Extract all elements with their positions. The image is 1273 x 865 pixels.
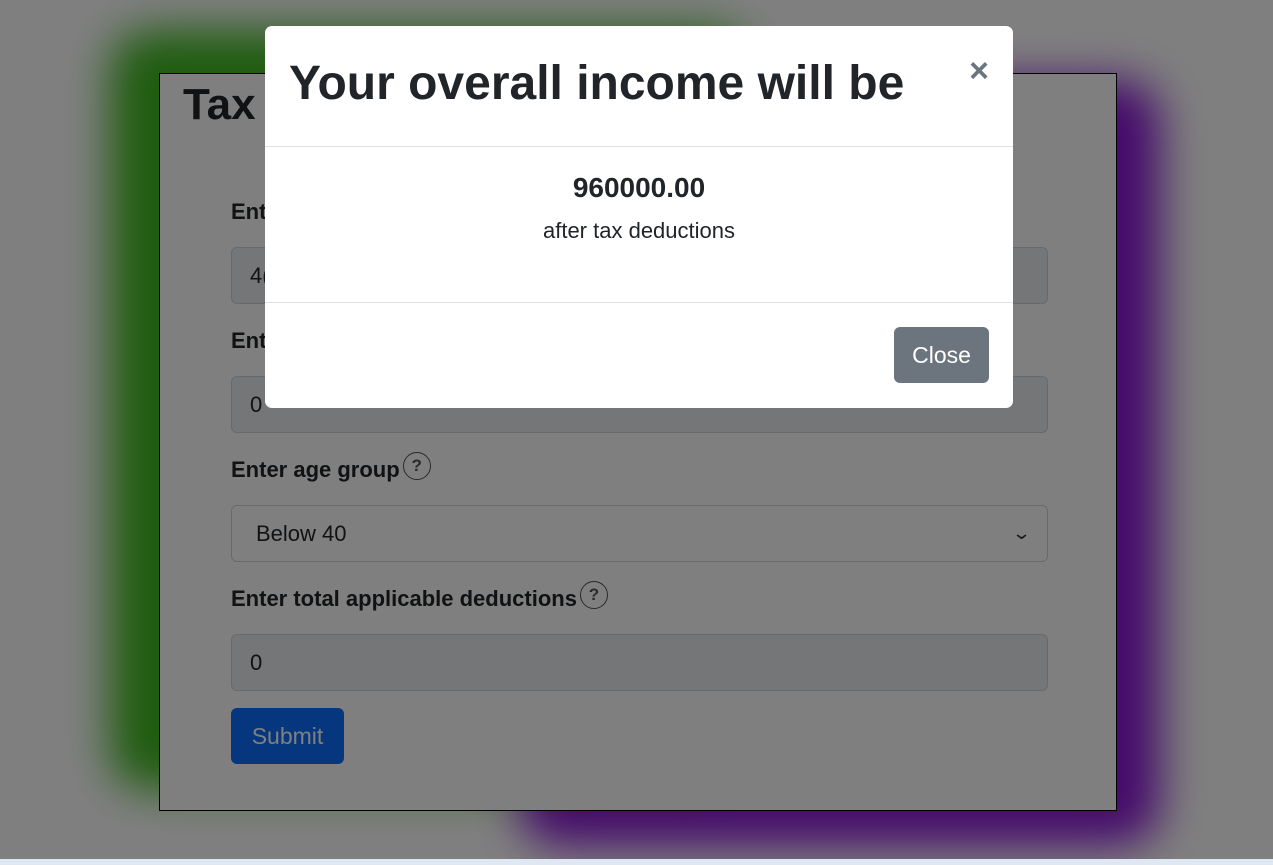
page: Tax Ent 4( Ent 0 Enter age group ? Below… xyxy=(0,0,1273,865)
modal-header: Your overall income will be × xyxy=(265,26,1013,147)
modal-title: Your overall income will be xyxy=(289,57,905,110)
modal-body: 960000.00 after tax deductions xyxy=(265,147,1013,303)
bottom-strip xyxy=(0,859,1273,865)
result-modal: Your overall income will be × 960000.00 … xyxy=(265,26,1013,408)
income-amount: 960000.00 xyxy=(572,172,706,203)
close-icon[interactable]: × xyxy=(969,54,989,88)
close-button[interactable]: Close xyxy=(894,327,989,383)
amount-note: after tax deductions xyxy=(542,218,735,243)
modal-footer: Close xyxy=(265,303,1013,407)
